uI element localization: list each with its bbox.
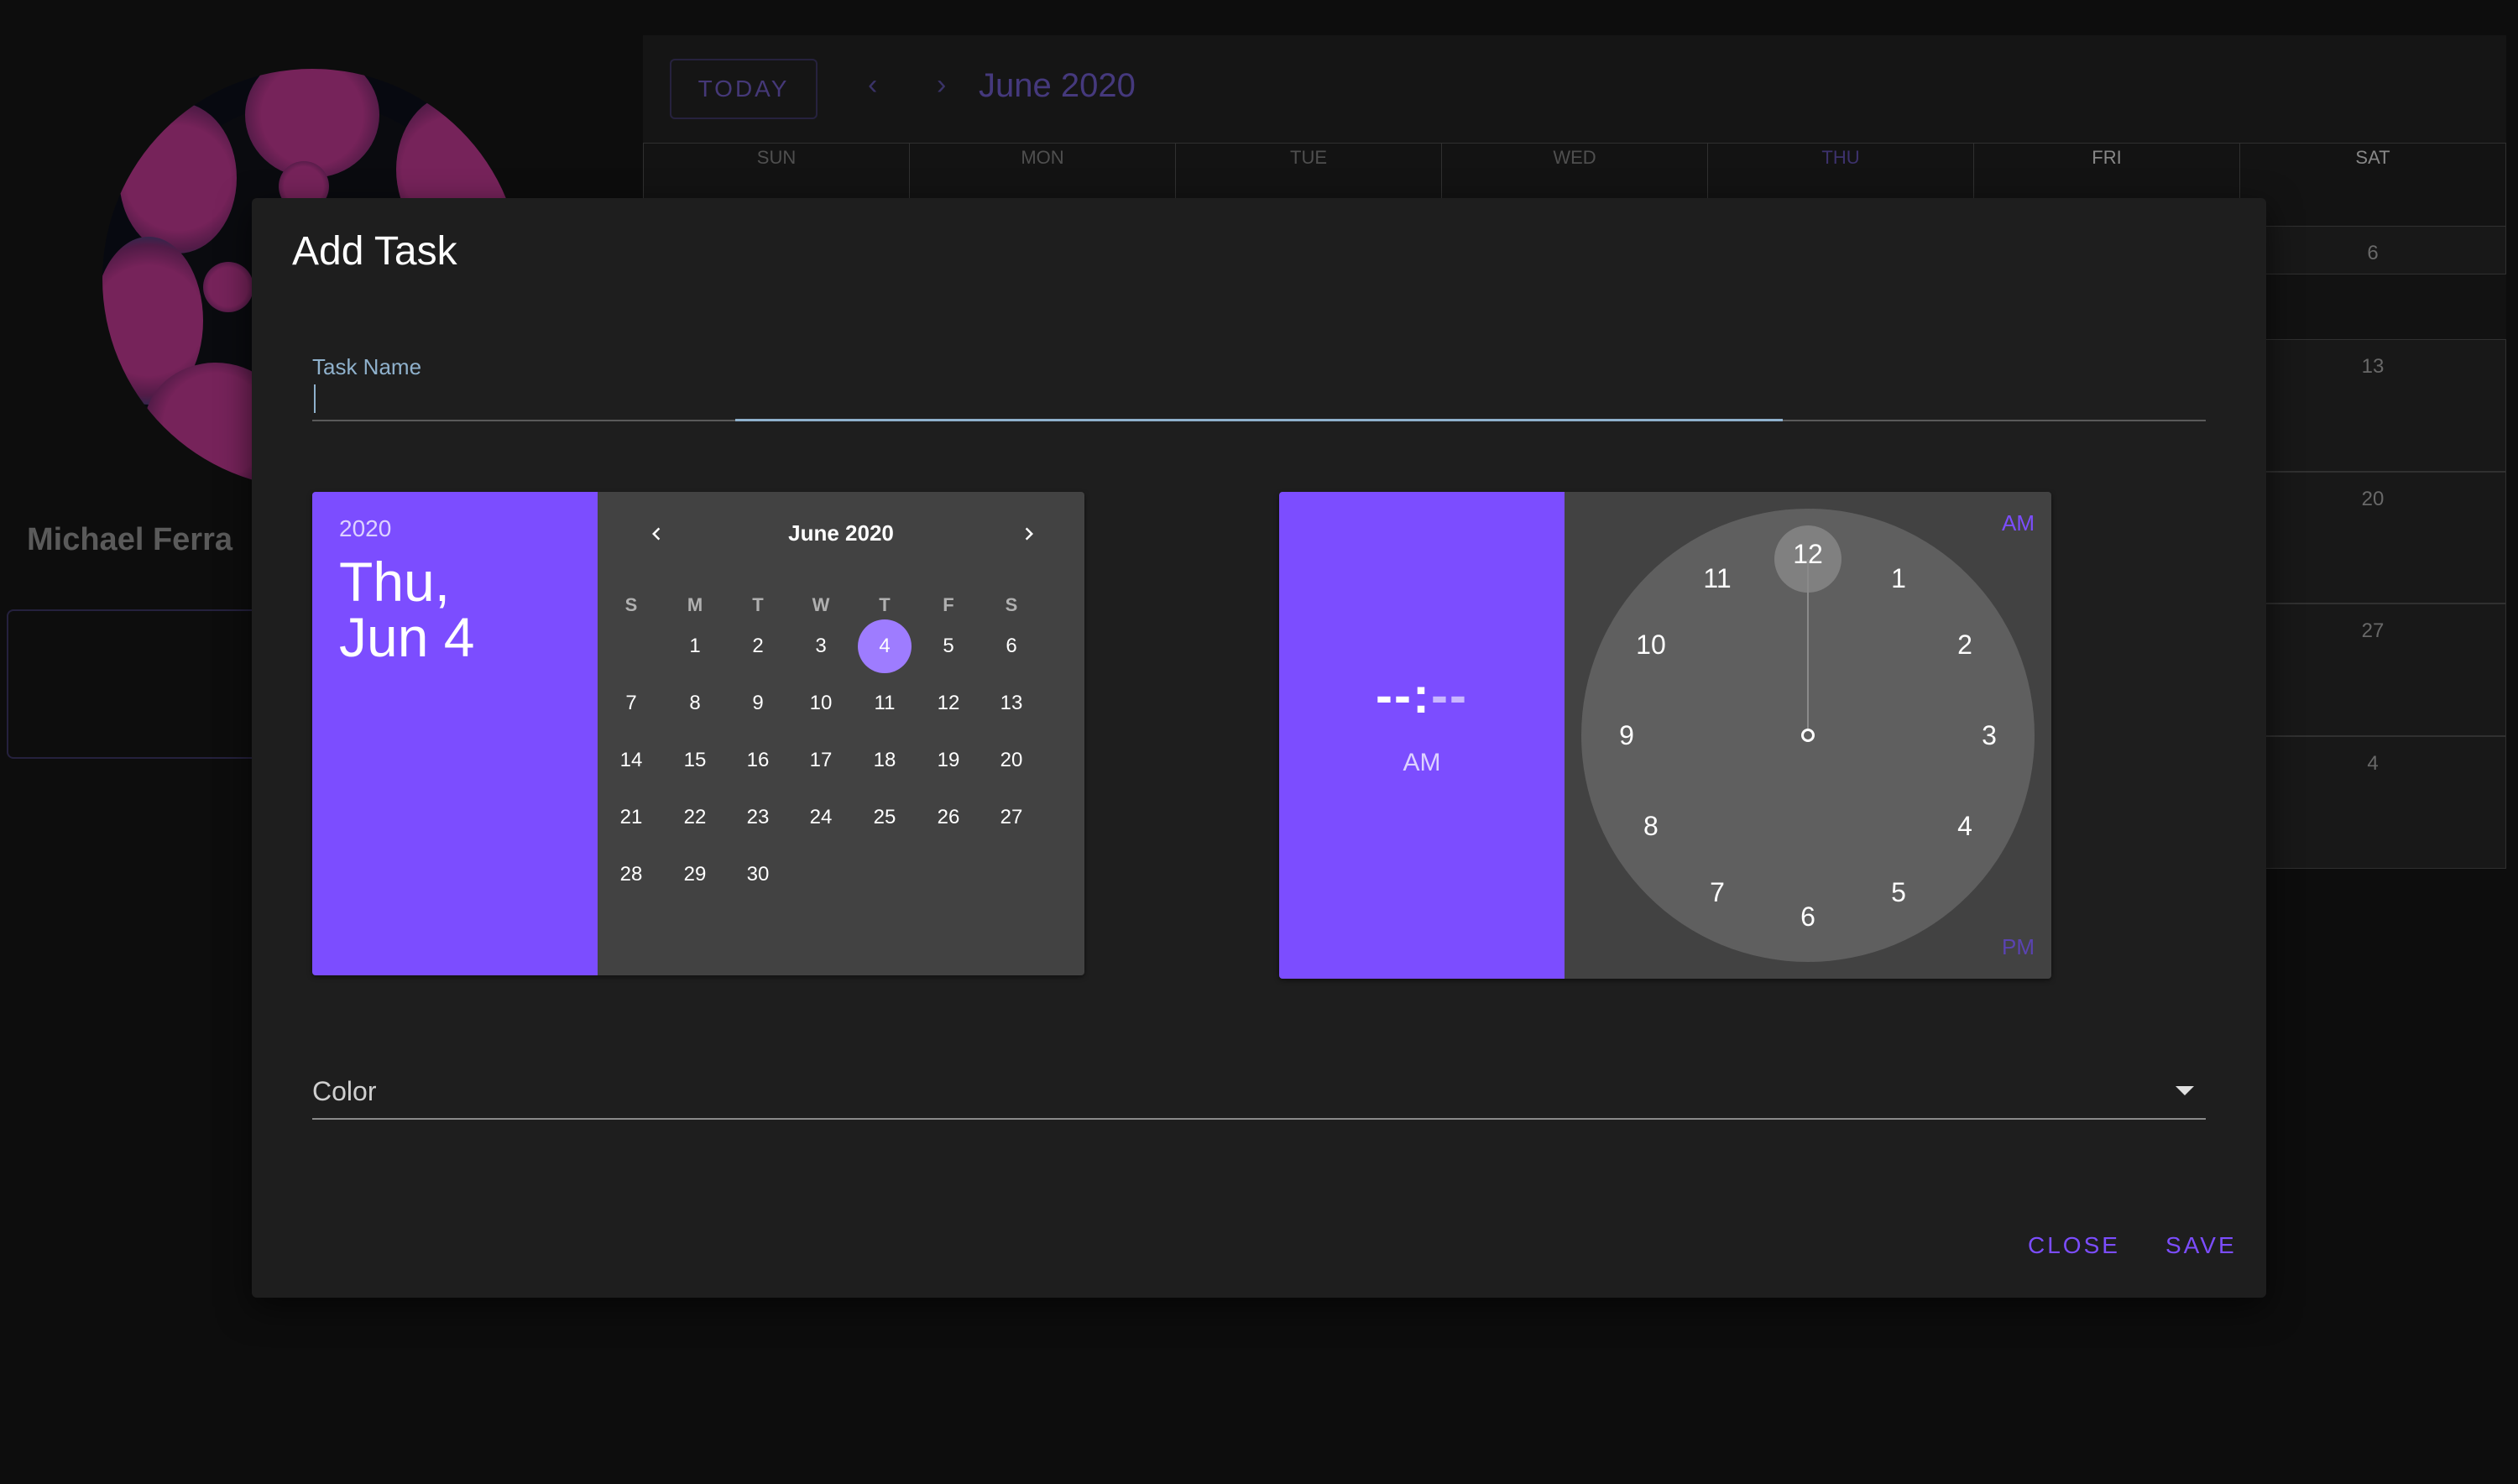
- clock-number[interactable]: 1: [1873, 553, 1924, 604]
- dropdown-arrow-icon: [2176, 1086, 2194, 1095]
- date-picker-selected-date: Thu, Jun 4: [339, 554, 571, 665]
- selected-date-line1: Thu,: [339, 551, 451, 613]
- color-select[interactable]: Color: [312, 1054, 2206, 1121]
- task-name-focus-line: [735, 419, 1783, 421]
- time-display: --:--: [1279, 666, 1565, 724]
- day-cell[interactable]: 27: [985, 791, 1038, 844]
- clock-number[interactable]: 5: [1873, 867, 1924, 917]
- time-picker-header: --:-- AM: [1279, 492, 1565, 979]
- next-month-button[interactable]: [1012, 517, 1046, 551]
- day-cell[interactable]: 26: [922, 791, 975, 844]
- clock-number[interactable]: 6: [1783, 891, 1833, 942]
- day-cell[interactable]: 20: [985, 734, 1038, 787]
- day-cell[interactable]: 9: [731, 677, 785, 730]
- day-cell[interactable]: 13: [985, 677, 1038, 730]
- weekday-label: M: [687, 594, 703, 615]
- am-toggle[interactable]: AM: [2002, 510, 2035, 536]
- date-picker-calendar: June 2020 S M T W T F S 1 2 3 4 5 6 7 8 9 10 11 12 13 14 15 16…: [598, 492, 1084, 975]
- minute-display[interactable]: --: [1431, 667, 1468, 724]
- day-cell[interactable]: 7: [604, 677, 658, 730]
- selected-date-line2: Jun 4: [339, 606, 475, 668]
- clock-number[interactable]: 8: [1626, 801, 1676, 851]
- time-picker: --:-- AM 12 1 2 3 4 5 6 7 8 9 10 11 AM PM: [1279, 492, 2051, 979]
- day-cell[interactable]: 5: [922, 619, 975, 673]
- day-cell[interactable]: 8: [668, 677, 722, 730]
- day-cell[interactable]: 10: [794, 677, 848, 730]
- close-button[interactable]: CLOSE: [2028, 1232, 2120, 1259]
- date-picker-month: June 2020: [788, 520, 894, 546]
- task-name-field: Task Name: [312, 354, 2206, 421]
- day-cell[interactable]: 17: [794, 734, 848, 787]
- weekday-label: F: [943, 594, 954, 615]
- day-cell[interactable]: 16: [731, 734, 785, 787]
- time-picker-clock-panel: 12 1 2 3 4 5 6 7 8 9 10 11 AM PM: [1565, 492, 2051, 979]
- day-cell[interactable]: 1: [668, 619, 722, 673]
- date-picker-year[interactable]: 2020: [339, 515, 571, 542]
- clock-number[interactable]: 4: [1940, 801, 1990, 851]
- color-select-underline: [312, 1118, 2206, 1120]
- date-picker: 2020 Thu, Jun 4 June 2020 SMTWTFS1234567…: [312, 492, 1084, 975]
- day-cell[interactable]: 28: [604, 848, 658, 901]
- weekday-label: T: [879, 594, 891, 615]
- weekday-label: W: [812, 594, 830, 615]
- day-cell[interactable]: 12: [922, 677, 975, 730]
- color-select-label: Color: [312, 1076, 377, 1106]
- weekday-label: T: [752, 594, 764, 615]
- day-cell[interactable]: 22: [668, 791, 722, 844]
- day-cell[interactable]: 21: [604, 791, 658, 844]
- task-name-label: Task Name: [312, 354, 422, 379]
- clock-number[interactable]: 2: [1940, 619, 1990, 670]
- pm-toggle[interactable]: PM: [2002, 934, 2035, 960]
- add-task-dialog: Add Task Task Name 2020 Thu, Jun 4 June …: [252, 198, 2266, 1298]
- clock-number[interactable]: 3: [1964, 710, 2014, 760]
- day-cell[interactable]: 14: [604, 734, 658, 787]
- clock-center: [1801, 729, 1815, 742]
- clock-number[interactable]: 11: [1692, 553, 1742, 604]
- text-caret: [314, 384, 316, 413]
- time-separator: :: [1413, 667, 1431, 724]
- day-cell[interactable]: 3: [794, 619, 848, 673]
- weekday-label: S: [1005, 594, 1018, 615]
- clock-hand: [1807, 559, 1809, 735]
- chevron-right-icon: [1025, 527, 1033, 541]
- clock-face[interactable]: 12 1 2 3 4 5 6 7 8 9 10 11: [1581, 509, 2035, 962]
- period-display[interactable]: AM: [1279, 749, 1565, 777]
- hour-display[interactable]: --: [1376, 667, 1413, 724]
- task-name-input[interactable]: [312, 379, 2206, 420]
- day-cell[interactable]: 2: [731, 619, 785, 673]
- day-cell[interactable]: 24: [794, 791, 848, 844]
- day-cell[interactable]: 6: [985, 619, 1038, 673]
- dialog-title: Add Task: [292, 229, 457, 274]
- day-cell[interactable]: 11: [858, 677, 912, 730]
- day-cell[interactable]: 23: [731, 791, 785, 844]
- clock-number[interactable]: 9: [1601, 710, 1652, 760]
- save-button[interactable]: SAVE: [2165, 1232, 2237, 1259]
- clock-number[interactable]: 12: [1783, 529, 1833, 579]
- day-cell[interactable]: 30: [731, 848, 785, 901]
- day-cell[interactable]: 19: [922, 734, 975, 787]
- selected-day[interactable]: 4: [858, 619, 912, 673]
- clock-number[interactable]: 10: [1626, 619, 1676, 670]
- day-cell[interactable]: 25: [858, 791, 912, 844]
- date-picker-header: 2020 Thu, Jun 4: [312, 492, 598, 975]
- clock-number[interactable]: 7: [1692, 867, 1742, 917]
- weekday-label: S: [624, 594, 638, 615]
- day-cell[interactable]: 15: [668, 734, 722, 787]
- day-cell[interactable]: 29: [668, 848, 722, 901]
- day-cell[interactable]: 18: [858, 734, 912, 787]
